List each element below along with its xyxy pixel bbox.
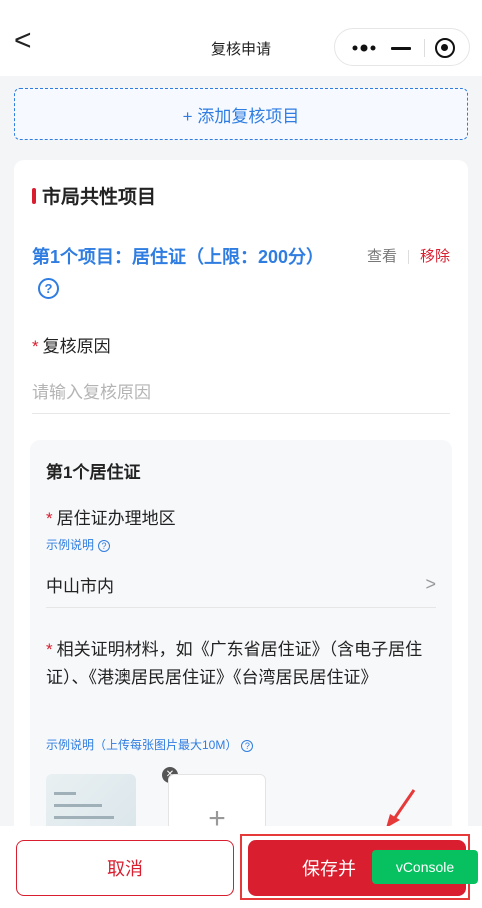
remove-button[interactable]: 移除 (420, 242, 450, 272)
materials-label: * 相关证明材料，如《广东省居住证》（含电子居住证）、《港澳居民居住证》《台湾居民… (46, 636, 444, 692)
thumb-line (54, 792, 76, 795)
required-mark: * (32, 337, 39, 356)
more-icon[interactable] (349, 38, 379, 58)
help-icon[interactable]: ? (38, 277, 59, 299)
review-reason-label: * 复核原因 (32, 332, 111, 357)
area-example-text: 示例说明 (46, 538, 95, 552)
minimize-icon[interactable] (391, 47, 411, 50)
permit-title: 第1个居住证 (46, 463, 141, 482)
materials-label-text: 相关证明材料，如《广东省居住证》（含电子居住证）、《港澳居民居住证》《台湾居民居… (46, 640, 423, 687)
annotation-arrow-icon (386, 789, 416, 828)
nav-bar: < 复核申请 (0, 0, 482, 76)
review-card: 市局共性项目 第1个项目：居住证（上限：200分）? 查看 移除 *复核原因 第… (14, 160, 468, 880)
permit-area-label-text: 居住证办理地区 (56, 509, 176, 528)
permit-area-label: * 居住证办理地区 (46, 504, 176, 529)
thumb-line (54, 804, 102, 807)
chevron-right-icon: > (425, 574, 436, 594)
review-reason-input[interactable] (32, 372, 450, 414)
required-mark: * (46, 640, 53, 659)
thumb-line (54, 816, 114, 819)
capsule-divider (424, 39, 425, 57)
section-title: 市局共性项目 (32, 182, 156, 209)
section-marker (32, 187, 36, 204)
cancel-button[interactable]: 取消 (16, 840, 234, 896)
area-example-hint[interactable]: 示例说明? (46, 536, 111, 553)
view-button[interactable]: 查看 (367, 242, 397, 272)
materials-example-text: 示例说明（上传每张图片最大10M） (46, 738, 238, 752)
item-actions: 查看 移除 (367, 242, 450, 272)
item-title-text: 第1个项目：居住证（上限：200分） (32, 247, 325, 267)
item-title: 第1个项目：居住证（上限：200分）? (32, 242, 332, 302)
review-reason-label-text: 复核原因 (42, 337, 111, 356)
permit-area-value: 中山市内 (46, 577, 114, 596)
question-icon: ? (241, 739, 254, 752)
close-icon[interactable] (435, 38, 455, 58)
question-icon: ? (98, 539, 111, 552)
add-review-item-button[interactable]: + 添加复核项目 (14, 88, 468, 140)
permit-area-select[interactable]: 中山市内 > (46, 562, 436, 608)
mini-program-capsule (334, 28, 470, 66)
materials-example-hint[interactable]: 示例说明（上传每张图片最大10M）? (46, 736, 254, 753)
action-divider (407, 250, 409, 264)
vconsole-button[interactable]: vConsole (372, 850, 478, 884)
section-title-text: 市局共性项目 (42, 187, 157, 208)
required-mark: * (46, 509, 53, 528)
